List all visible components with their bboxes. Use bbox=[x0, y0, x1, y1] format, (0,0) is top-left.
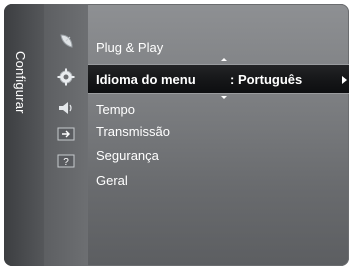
satellite-dish-icon[interactable] bbox=[56, 32, 76, 50]
menu-item-idioma-do-menu[interactable]: Idioma do menu : Português bbox=[88, 64, 349, 94]
help-icon[interactable]: ? bbox=[56, 152, 76, 170]
menu-list: Plug & Play Idioma do menu : Português T… bbox=[88, 4, 349, 266]
help-icon-glyph: ? bbox=[63, 157, 69, 168]
speaker-icon[interactable] bbox=[56, 99, 76, 117]
settings-panel: Configurar ? Plug & Play Idioma do menu … bbox=[4, 4, 349, 266]
tv-menu-screen: Configurar ? Plug & Play Idioma do menu … bbox=[0, 0, 355, 271]
category-column: Configurar bbox=[4, 4, 44, 266]
icon-column: ? bbox=[44, 4, 88, 266]
menu-item-label: Idioma do menu bbox=[96, 72, 196, 87]
menu-item-value: : Português bbox=[230, 72, 303, 87]
menu-item-plug-play[interactable]: Plug & Play bbox=[96, 38, 163, 58]
chevron-right-icon bbox=[342, 76, 347, 84]
scroll-up-icon bbox=[221, 58, 227, 61]
category-label: Configurar bbox=[13, 51, 28, 114]
scroll-down-icon bbox=[221, 96, 227, 99]
menu-item-transmissao[interactable]: Transmissão bbox=[96, 122, 170, 142]
menu-item-geral[interactable]: Geral bbox=[96, 171, 128, 191]
settings-gear-icon[interactable] bbox=[56, 68, 76, 86]
menu-item-tempo[interactable]: Tempo bbox=[96, 100, 135, 120]
input-source-icon[interactable] bbox=[56, 125, 76, 143]
menu-item-seguranca[interactable]: Segurança bbox=[96, 146, 159, 166]
